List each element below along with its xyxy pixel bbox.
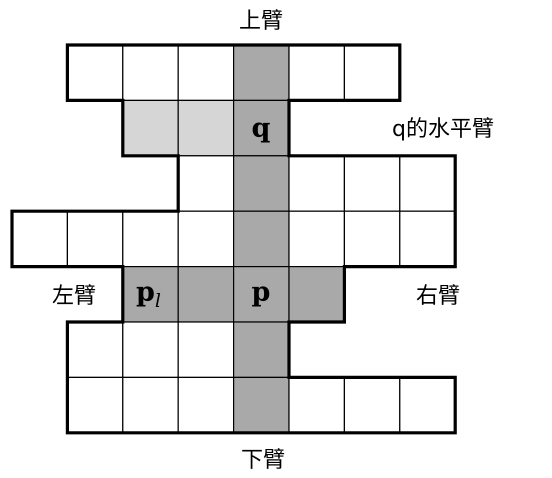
p-pixel-label: p: [252, 277, 271, 308]
arm-cell: [233, 155, 290, 212]
grid-cell: [122, 210, 179, 268]
grid-cell: [399, 210, 456, 268]
grid-cell: [177, 210, 235, 268]
grid-cell: [122, 376, 179, 434]
support-region-diagram: 上臂 q的水平臂 左臂 右臂 下臂 q p pl: [10, 9, 494, 473]
arm-cell: [233, 376, 290, 434]
arm-cell: [177, 266, 235, 323]
grid-cell: [288, 376, 346, 434]
grid-cell: [343, 44, 401, 102]
upper-arm-label: 上臂: [239, 9, 283, 34]
right-arm-label: 右臂: [416, 284, 460, 309]
grid-cell: [177, 321, 235, 379]
q-pixel-label: q: [252, 113, 271, 144]
grid-cell: [11, 210, 69, 268]
arm-cell: [233, 210, 290, 268]
grid-cell: [343, 155, 401, 212]
grid-cell: [399, 376, 456, 434]
grid-cell: [288, 44, 346, 102]
grid-cell: [66, 321, 124, 379]
q-horizontal-arm-label: q的水平臂: [392, 117, 494, 142]
grid-cell: [343, 376, 401, 434]
arm-cell: [233, 44, 290, 102]
pl-pixel-main: p: [136, 277, 155, 308]
q-horizontal-arm-cell: [177, 99, 235, 157]
left-arm-label: 左臂: [52, 284, 96, 309]
arm-cell: [288, 266, 346, 323]
grid-cell: [288, 155, 346, 212]
grid-cell: [66, 44, 124, 102]
grid-cell: [288, 210, 346, 268]
grid-cell: [343, 210, 401, 268]
grid-cell: [177, 376, 235, 434]
arm-cell: [233, 321, 290, 379]
lower-arm-label: 下臂: [241, 448, 285, 473]
cells-layer: [11, 44, 456, 434]
grid-cell: [66, 210, 124, 268]
grid-cell: [177, 44, 235, 102]
grid-cell: [122, 44, 179, 102]
grid-cell: [177, 155, 235, 212]
q-horizontal-arm-cell: [122, 99, 179, 157]
pl-pixel-subscript: l: [155, 290, 161, 312]
grid-cell: [399, 155, 456, 212]
grid-cell: [122, 321, 179, 379]
grid-cell: [66, 376, 124, 434]
